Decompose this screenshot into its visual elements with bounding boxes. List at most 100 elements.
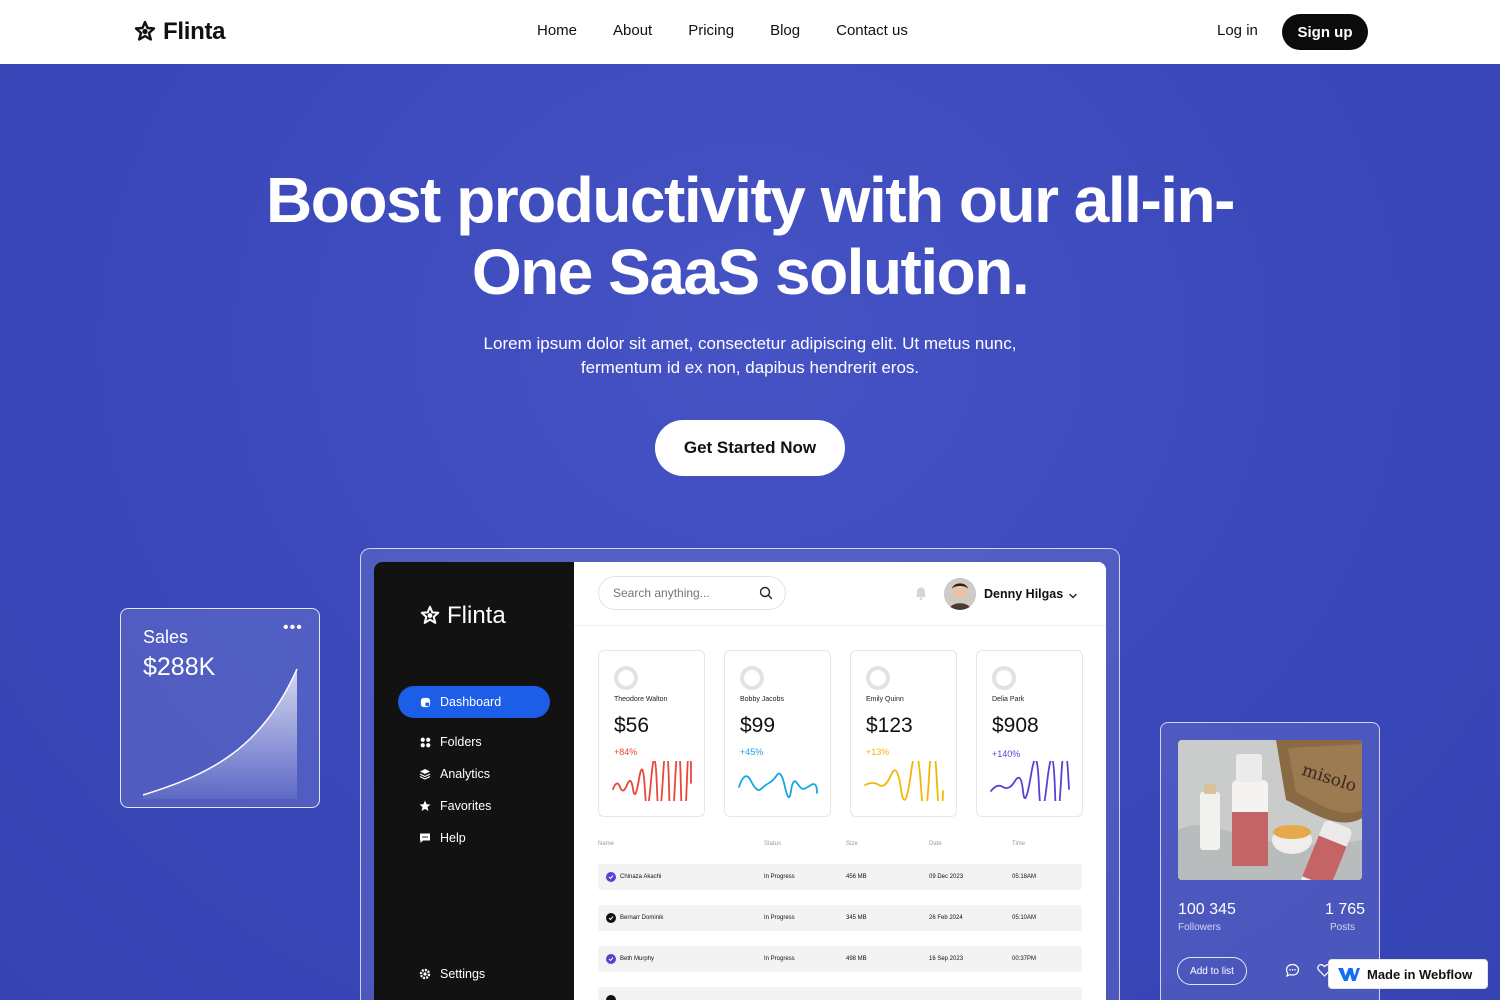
sidebar-logo[interactable]: Flinta <box>419 602 506 630</box>
hero-title: Boost productivity with our all-in-One S… <box>266 164 1235 308</box>
comment-icon[interactable] <box>1285 963 1300 983</box>
cell-date: 16 Sep 2023 <box>929 956 964 962</box>
sparkline-chart <box>612 761 692 801</box>
flinta-logo-icon <box>134 20 156 41</box>
star-icon <box>419 800 431 812</box>
stat-value: $99 <box>740 714 776 737</box>
stat-value: $56 <box>614 714 650 737</box>
webflow-badge-text: Made in Webflow <box>1367 966 1473 982</box>
brand-logo[interactable]: Flinta <box>133 18 226 46</box>
signup-button[interactable]: Sign up <box>1282 14 1368 50</box>
nav-link-about[interactable]: About <box>613 22 652 39</box>
table-header-size: Size <box>846 841 858 847</box>
sidebar-item-folders[interactable]: Folders <box>398 726 550 758</box>
sparkline-chart <box>738 772 818 798</box>
posts-count: 1 765 <box>1325 901 1366 918</box>
chat-icon <box>419 832 431 844</box>
cell-date: 26 Feb 2024 <box>929 915 963 921</box>
stat-value: $908 <box>992 714 1039 737</box>
check-circle-icon[interactable] <box>606 872 616 882</box>
avatar-placeholder-icon <box>740 666 764 690</box>
table-row[interactable]: Chinaza Akachi In Progress 456 MB 09 Dec… <box>598 864 1082 890</box>
made-in-webflow-badge[interactable]: Made in Webflow <box>1328 959 1488 989</box>
cell-status: In Progress <box>764 915 795 921</box>
dashboard-topbar: Denny Hilgas <box>574 562 1106 626</box>
webflow-logo-icon <box>1338 968 1360 981</box>
dashboard-icon <box>419 696 431 708</box>
stat-card[interactable]: Delia Park $908 +140% <box>976 650 1083 817</box>
hero-subtitle: Lorem ipsum dolor sit amet, consectetur … <box>483 334 1017 377</box>
stat-name: Theodore Walton <box>614 696 668 703</box>
check-circle-icon[interactable] <box>606 954 616 964</box>
top-nav: Flinta Home About Pricing Blog Contact u… <box>0 0 1500 64</box>
sidebar-item-help[interactable]: Help <box>398 822 550 854</box>
stat-card[interactable]: Bobby Jacobs $99 +45% <box>724 650 831 817</box>
bell-icon[interactable] <box>914 586 928 606</box>
search-icon[interactable] <box>754 582 778 604</box>
nav-link-pricing[interactable]: Pricing <box>688 22 734 39</box>
cell-name: Bernarr Dominik <box>620 915 664 921</box>
avatar-placeholder-icon <box>614 666 638 690</box>
dashboard-sidebar: Flinta Dashboard Folders Analytics Favor… <box>374 562 574 1000</box>
sidebar-item-label: Analytics <box>440 767 491 781</box>
table-row[interactable]: Beth Murphy In Progress 498 MB 16 Sep 20… <box>598 946 1082 972</box>
sidebar-item-favorites[interactable]: Favorites <box>398 790 550 822</box>
folders-icon <box>419 736 431 748</box>
nav-link-blog[interactable]: Blog <box>770 22 800 39</box>
check-circle-icon[interactable] <box>606 995 616 1000</box>
table-header-time: Time <box>1012 841 1026 847</box>
sidebar-brand-name: Flinta <box>447 602 506 629</box>
sidebar-item-label: Folders <box>440 735 482 749</box>
followers-count: 100 345 <box>1178 901 1236 918</box>
check-circle-icon[interactable] <box>606 913 616 923</box>
stat-value: $123 <box>866 714 913 737</box>
cell-name: Chinaza Akachi <box>620 874 662 880</box>
chevron-down-icon[interactable] <box>1068 588 1078 606</box>
cell-size: 498 MB <box>846 956 867 962</box>
table-header-status: Status <box>764 841 782 847</box>
cell-name: Beth Murphy <box>620 956 655 962</box>
sidebar-item-analytics[interactable]: Analytics <box>398 758 550 790</box>
table-row[interactable]: Bernarr Dominik In Progress 345 MB 26 Fe… <box>598 905 1082 931</box>
cell-time: 00:37PM <box>1012 956 1037 962</box>
sidebar-item-dashboard[interactable]: Dashboard <box>398 686 550 718</box>
sales-label: Sales <box>143 627 189 647</box>
more-horizontal-icon[interactable]: ••• <box>283 619 303 637</box>
nav-link-home[interactable]: Home <box>537 22 577 39</box>
sidebar-item-label: Dashboard <box>440 695 502 709</box>
stat-name: Bobby Jacobs <box>740 696 784 703</box>
stat-change: +140% <box>992 749 1021 759</box>
avatar-placeholder-icon <box>866 666 890 690</box>
layers-icon <box>419 768 431 780</box>
cell-size: 456 MB <box>846 874 867 880</box>
login-link[interactable]: Log in <box>1217 22 1258 39</box>
table-row[interactable] <box>598 987 1082 1000</box>
posts-label: Posts <box>1330 922 1356 933</box>
sparkline-chart <box>864 761 944 801</box>
nav-links: Home About Pricing Blog Contact us <box>537 22 908 39</box>
cell-time: 05:10AM <box>1012 915 1037 921</box>
gear-icon <box>419 968 431 980</box>
nav-link-contact[interactable]: Contact us <box>836 22 908 39</box>
brand-name: Flinta <box>163 18 226 45</box>
flinta-logo-icon <box>420 605 440 624</box>
user-name[interactable]: Denny Hilgas <box>984 587 1063 601</box>
sales-value: $288K <box>143 653 216 681</box>
stat-change: +13% <box>866 747 890 757</box>
sparkline-chart <box>990 761 1070 801</box>
stat-card[interactable]: Emily Quinn $123 +13% <box>850 650 957 817</box>
get-started-button[interactable]: Get Started Now <box>655 420 845 476</box>
sidebar-item-settings[interactable]: Settings <box>398 958 550 990</box>
product-photo: misolo <box>1178 740 1362 880</box>
cell-status: In Progress <box>764 956 795 962</box>
stat-change: +45% <box>740 747 764 757</box>
sidebar-item-label: Settings <box>440 967 486 981</box>
add-to-list-button[interactable]: Add to list <box>1177 957 1247 985</box>
dashboard-main: Denny Hilgas Theodore Walton $56 +84% Bo… <box>574 562 1106 1000</box>
followers-label: Followers <box>1178 922 1221 933</box>
cell-date: 09 Dec 2023 <box>929 874 964 880</box>
sales-card: Sales $288K ••• <box>120 608 320 808</box>
table-header-date: Date <box>929 841 942 847</box>
stat-card[interactable]: Theodore Walton $56 +84% <box>598 650 705 817</box>
avatar[interactable] <box>944 578 976 610</box>
